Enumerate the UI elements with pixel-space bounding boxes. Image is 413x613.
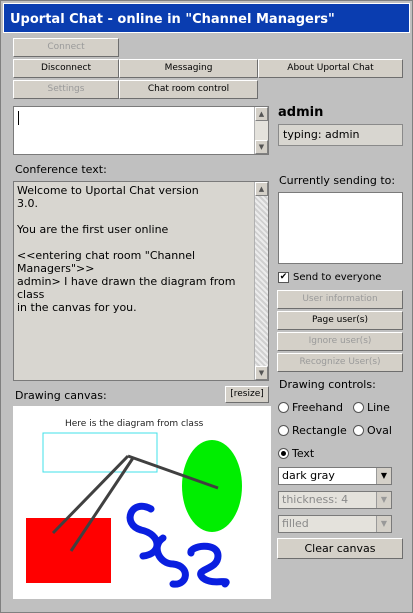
thickness-select[interactable]: thickness: 4 ▼ xyxy=(278,491,392,509)
sending-label: Currently sending to: xyxy=(279,174,396,187)
chevron-down-icon[interactable]: ▼ xyxy=(376,492,391,508)
thickness-select-value: thickness: 4 xyxy=(282,493,349,506)
messaging-button[interactable]: Messaging xyxy=(119,59,258,78)
fill-select-value: filled xyxy=(282,517,309,530)
chevron-down-icon[interactable]: ▼ xyxy=(376,468,391,484)
user-information-button[interactable]: User information xyxy=(277,290,403,309)
conference-text: Welcome to Uportal Chat version 3.0. You… xyxy=(17,184,236,314)
cyan-rectangle xyxy=(42,432,158,473)
red-rectangle xyxy=(26,518,111,583)
scroll-down-icon[interactable]: ▼ xyxy=(255,140,268,154)
user-name: admin xyxy=(278,105,324,120)
conference-scrollbar[interactable]: ▲ ▼ xyxy=(254,182,268,380)
text-label: Text xyxy=(292,447,315,460)
freehand-label: Freehand xyxy=(292,401,344,414)
freehand-radio[interactable] xyxy=(278,402,289,413)
canvas-drawing: Here is the diagram from class xyxy=(26,419,242,588)
text-radio[interactable] xyxy=(278,448,289,459)
rectangle-radio[interactable] xyxy=(278,425,289,436)
line-label: Line xyxy=(367,401,390,414)
text-cursor xyxy=(18,111,19,125)
disconnect-button[interactable]: Disconnect xyxy=(13,59,119,78)
recognize-users-button[interactable]: Recognize User(s) xyxy=(277,353,403,372)
connect-button[interactable]: Connect xyxy=(13,38,119,57)
scroll-down-icon[interactable]: ▼ xyxy=(255,366,268,380)
scroll-up-icon[interactable]: ▲ xyxy=(255,182,268,196)
color-select[interactable]: dark gray ▼ xyxy=(278,467,392,485)
send-to-everyone-checkbox[interactable]: ✔ xyxy=(278,272,289,283)
recipients-list[interactable] xyxy=(278,192,403,264)
ignore-users-button[interactable]: Ignore user(s) xyxy=(277,332,403,351)
conference-textarea[interactable]: Welcome to Uportal Chat version 3.0. You… xyxy=(13,181,269,381)
canvas-label: Drawing canvas: xyxy=(15,389,107,402)
resize-button[interactable]: [resize] xyxy=(225,386,269,403)
about-button[interactable]: About Uportal Chat xyxy=(258,59,403,78)
canvas-caption: Here is the diagram from class xyxy=(65,419,204,429)
drawing-canvas[interactable]: Here is the diagram from class xyxy=(13,406,271,599)
color-select-value: dark gray xyxy=(282,469,335,482)
message-input[interactable]: ▲ ▼ xyxy=(13,106,269,155)
send-to-everyone-label: Send to everyone xyxy=(293,272,382,283)
check-icon: ✔ xyxy=(279,272,288,282)
scroll-up-icon[interactable]: ▲ xyxy=(255,107,268,121)
typing-status: typing: admin xyxy=(278,124,403,146)
drawing-controls-label: Drawing controls: xyxy=(279,378,376,391)
settings-button[interactable]: Settings xyxy=(13,80,119,99)
message-input-scrollbar[interactable]: ▲ ▼ xyxy=(254,107,268,154)
conference-label: Conference text: xyxy=(15,163,107,176)
chevron-down-icon[interactable]: ▼ xyxy=(376,516,391,532)
window-title: Uportal Chat - online in "Channel Manage… xyxy=(3,3,410,33)
chat-room-control-button[interactable]: Chat room control xyxy=(119,80,258,99)
rectangle-label: Rectangle xyxy=(292,424,347,437)
oval-label: Oval xyxy=(367,424,392,437)
page-users-button[interactable]: Page user(s) xyxy=(277,311,403,330)
clear-canvas-button[interactable]: Clear canvas xyxy=(277,538,403,559)
chat-window: Uportal Chat - online in "Channel Manage… xyxy=(0,0,413,613)
oval-radio[interactable] xyxy=(353,425,364,436)
fill-select[interactable]: filled ▼ xyxy=(278,515,392,533)
line-radio[interactable] xyxy=(353,402,364,413)
